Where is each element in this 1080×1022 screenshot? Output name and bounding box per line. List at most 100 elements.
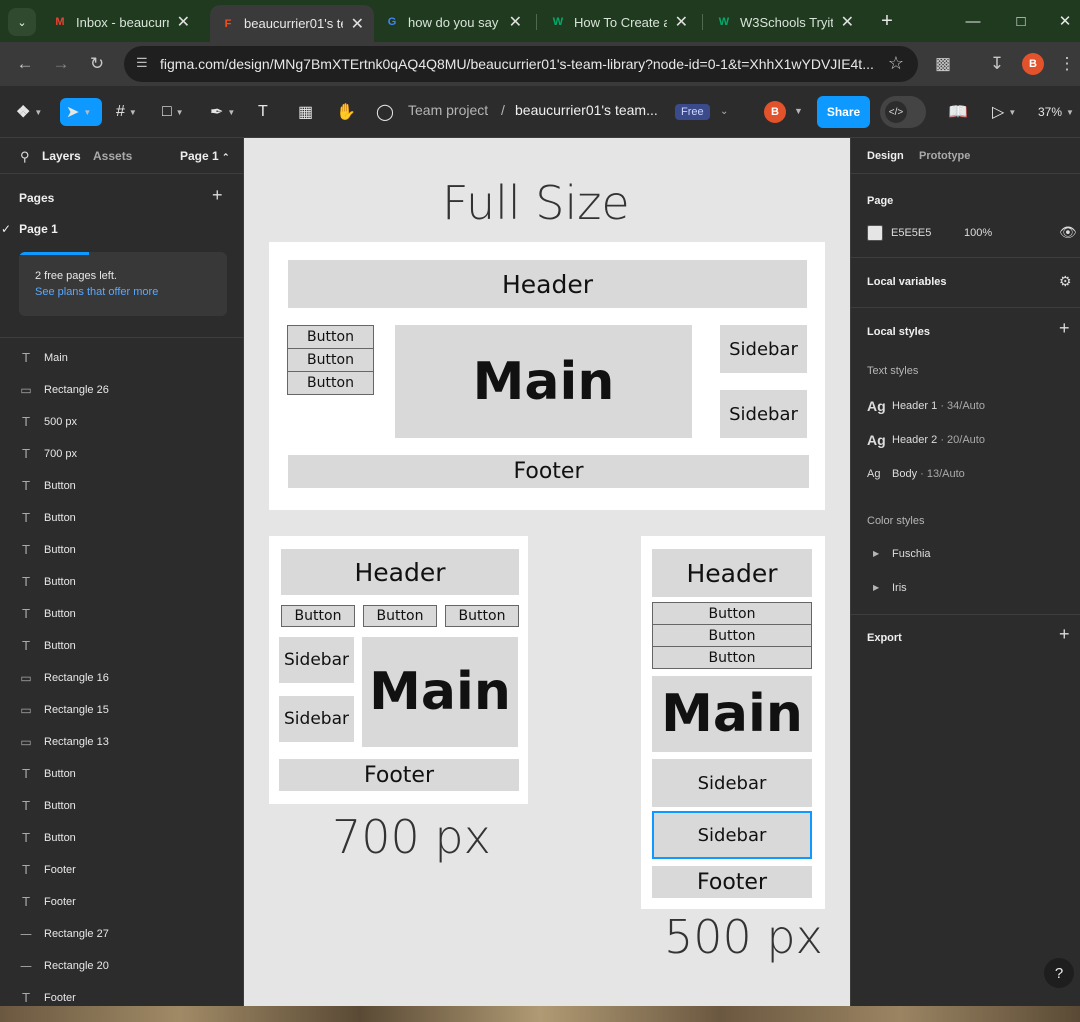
- hand-tool-icon[interactable]: ✋: [336, 98, 356, 126]
- close-window-icon[interactable]: ✕: [1050, 10, 1080, 32]
- close-tab-icon[interactable]: ✕: [351, 14, 364, 34]
- tablet-sidebar[interactable]: Sidebar: [279, 637, 354, 683]
- browser-tab[interactable]: Fbeaucurrier01's team ✕: [210, 5, 374, 42]
- user-avatar[interactable]: B: [764, 101, 786, 123]
- layer-row[interactable]: T Button: [0, 822, 243, 854]
- layer-row[interactable]: T 500 px: [0, 406, 243, 438]
- tablet-button[interactable]: Button: [445, 605, 519, 627]
- layer-row[interactable]: T Button: [0, 470, 243, 502]
- page-color-value[interactable]: E5E5E5: [891, 227, 931, 239]
- page-selector[interactable]: Page 1 ⌃: [180, 149, 230, 163]
- share-button[interactable]: Share: [817, 96, 870, 128]
- layer-row[interactable]: T 700 px: [0, 438, 243, 470]
- library-book-icon[interactable]: 📖: [948, 98, 968, 126]
- color-style-item[interactable]: Fuschia: [892, 548, 931, 560]
- layer-row[interactable]: ▭ Rectangle 13: [0, 726, 243, 758]
- full-header[interactable]: Header: [288, 260, 807, 308]
- full-size-title[interactable]: Full Size: [442, 176, 630, 230]
- minimize-icon[interactable]: —: [958, 10, 988, 32]
- tablet-button[interactable]: Button: [281, 605, 355, 627]
- breadcrumb-team[interactable]: Team project: [408, 102, 488, 118]
- color-style-item[interactable]: Iris: [892, 582, 907, 594]
- tablet-700-frame[interactable]: Header Button Button Button Sidebar Side…: [269, 536, 528, 804]
- text-tool-icon[interactable]: T: [258, 98, 268, 126]
- full-sidebar[interactable]: Sidebar: [720, 390, 807, 438]
- close-tab-icon[interactable]: ✕: [675, 12, 688, 32]
- layer-row[interactable]: T Main: [0, 342, 243, 374]
- text-style-item[interactable]: Body · 13/Auto: [892, 468, 965, 480]
- shape-rectangle-tool-icon[interactable]: □ ▼: [162, 98, 184, 126]
- mobile-button[interactable]: Button: [652, 602, 812, 625]
- browser-tab[interactable]: W W3Schools Tryit E ✕: [706, 7, 864, 37]
- site-settings-icon[interactable]: ☰: [136, 55, 152, 71]
- layer-row[interactable]: T Footer: [0, 886, 243, 918]
- move-tool-cursor-icon[interactable]: ➤ ▼: [60, 98, 102, 126]
- tab-layers[interactable]: Layers: [42, 149, 81, 163]
- mobile-button[interactable]: Button: [652, 646, 812, 669]
- full-size-frame[interactable]: Header Button Button Button Main Sidebar…: [269, 242, 825, 510]
- figma-main-menu-icon[interactable]: ❖ ▼: [16, 98, 42, 126]
- frame-tool-icon[interactable]: # ▼: [116, 98, 137, 126]
- full-sidebar[interactable]: Sidebar: [720, 325, 807, 373]
- zoom-level[interactable]: 37% ▼: [1038, 98, 1074, 126]
- full-button[interactable]: Button: [287, 371, 374, 395]
- tablet-sidebar[interactable]: Sidebar: [279, 696, 354, 742]
- layer-row[interactable]: T Button: [0, 534, 243, 566]
- add-page-plus-icon[interactable]: +: [212, 185, 223, 206]
- mobile-button[interactable]: Button: [652, 624, 812, 647]
- mobile-footer[interactable]: Footer: [652, 866, 812, 898]
- new-tab-plus-icon[interactable]: +: [876, 9, 898, 33]
- full-footer[interactable]: Footer: [288, 455, 809, 488]
- user-menu-chevron-icon[interactable]: ▼: [794, 106, 803, 116]
- close-tab-icon[interactable]: ✕: [841, 12, 854, 32]
- variables-sliders-icon[interactable]: ⚙: [1059, 273, 1072, 290]
- layer-row[interactable]: T Button: [0, 502, 243, 534]
- browser-tab[interactable]: W How To Create a N ✕: [540, 7, 698, 37]
- file-name[interactable]: beaucurrier01's team...: [515, 102, 658, 118]
- visibility-eye-icon[interactable]: 👁: [1059, 224, 1077, 241]
- page-list-item[interactable]: ✓ Page 1: [1, 222, 58, 236]
- full-button[interactable]: Button: [287, 348, 374, 372]
- full-button[interactable]: Button: [287, 325, 374, 349]
- layer-row[interactable]: ▭ Rectangle 16: [0, 662, 243, 694]
- tab-search-chevron-icon[interactable]: ⌄: [8, 8, 36, 36]
- browser-profile-avatar[interactable]: B: [1022, 53, 1044, 75]
- layer-row[interactable]: T Button: [0, 758, 243, 790]
- expand-caret-icon[interactable]: ▶: [873, 583, 879, 592]
- layer-row[interactable]: — Rectangle 20: [0, 950, 243, 982]
- tab-assets[interactable]: Assets: [93, 149, 132, 163]
- mobile-main[interactable]: Main: [652, 676, 812, 752]
- tablet-header[interactable]: Header: [281, 549, 519, 595]
- close-tab-icon[interactable]: ✕: [177, 12, 190, 32]
- maximize-icon[interactable]: □: [1006, 10, 1036, 32]
- present-play-icon[interactable]: ▷ ▼: [992, 98, 1016, 126]
- browser-tab[interactable]: Ghow do you say st ✕: [374, 7, 532, 37]
- forward-arrow-icon[interactable]: →: [48, 51, 74, 77]
- tablet-footer[interactable]: Footer: [279, 759, 519, 791]
- layer-row[interactable]: T Button: [0, 566, 243, 598]
- mobile-500-title[interactable]: 500 px: [664, 910, 823, 964]
- extensions-puzzle-icon[interactable]: ▩: [930, 51, 956, 77]
- resources-components-icon[interactable]: ▦: [298, 98, 313, 126]
- layer-row[interactable]: ▭ Rectangle 26: [0, 374, 243, 406]
- mobile-sidebar-selected[interactable]: Sidebar: [652, 811, 812, 859]
- design-canvas[interactable]: Full Size Header Button Button Button Ma…: [244, 138, 850, 1006]
- mobile-500-frame[interactable]: Header Button Button Button Main Sidebar…: [641, 536, 825, 909]
- tablet-button[interactable]: Button: [363, 605, 437, 627]
- reload-icon[interactable]: ↻: [84, 51, 110, 77]
- file-menu-chevron-icon[interactable]: ⌄: [720, 106, 728, 117]
- text-style-item[interactable]: Header 1 · 34/Auto: [892, 400, 985, 412]
- tab-design[interactable]: Design: [867, 150, 904, 162]
- layer-row[interactable]: T Footer: [0, 854, 243, 886]
- layer-row[interactable]: ▭ Rectangle 15: [0, 694, 243, 726]
- full-main[interactable]: Main: [395, 325, 692, 438]
- add-style-plus-icon[interactable]: +: [1059, 318, 1070, 339]
- export-title[interactable]: Export: [867, 632, 902, 644]
- tab-prototype[interactable]: Prototype: [919, 150, 970, 162]
- layer-row[interactable]: T Button: [0, 790, 243, 822]
- search-layers-icon[interactable]: ⚲: [20, 149, 30, 165]
- expand-caret-icon[interactable]: ▶: [873, 549, 879, 558]
- url-text[interactable]: figma.com/design/MNg7BmXTErtnk0qAQ4Q8MU/…: [160, 56, 876, 72]
- text-style-item[interactable]: Header 2 · 20/Auto: [892, 434, 985, 446]
- back-arrow-icon[interactable]: ←: [12, 51, 38, 77]
